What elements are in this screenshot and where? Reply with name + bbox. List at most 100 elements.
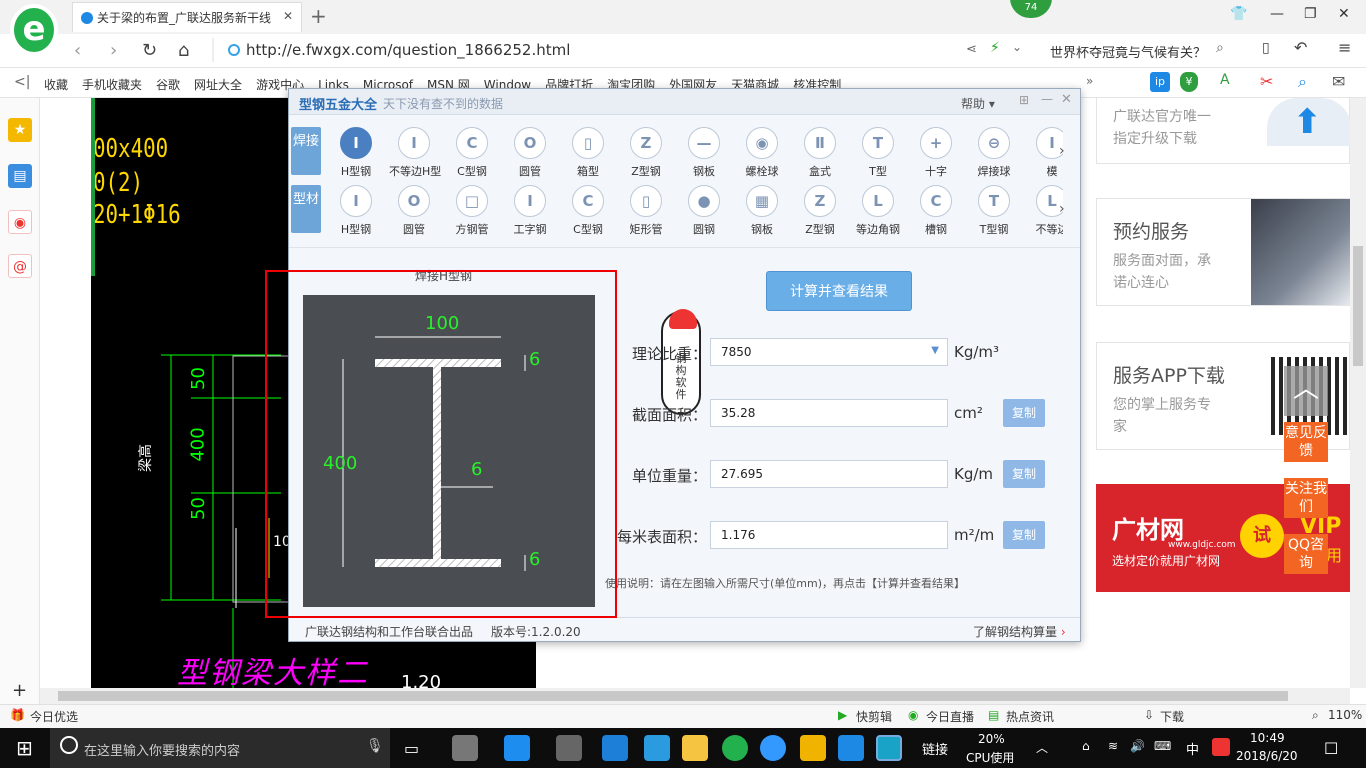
lightning-icon[interactable]: ⚡ xyxy=(990,40,1000,56)
microphone-icon[interactable]: 🎙 xyxy=(366,738,384,754)
network-icon[interactable]: ⌂ xyxy=(1082,739,1090,753)
shape-tool-row2-0[interactable]: I H型钢 xyxy=(331,185,381,235)
360-browser-icon[interactable] xyxy=(722,735,748,761)
shape-tool-row2-8[interactable]: Z Z型钢 xyxy=(795,185,845,235)
glodon-icon[interactable] xyxy=(760,735,786,761)
ime-indicator[interactable]: 中 xyxy=(1186,739,1199,758)
dialog-close-button[interactable]: ✕ xyxy=(1061,92,1072,107)
chevron-down-icon[interactable]: ⌄ xyxy=(1012,40,1022,54)
bookmark-item[interactable]: 网址大全 xyxy=(194,76,242,93)
shape-tool-row2-10[interactable]: C 槽钢 xyxy=(911,185,961,235)
notes-app-icon[interactable] xyxy=(800,735,826,761)
calculate-button[interactable]: 计算并查看结果 xyxy=(766,271,912,311)
minimize-button[interactable]: — xyxy=(1270,6,1284,22)
shape-tool-row2-9[interactable]: L 等边角钢 xyxy=(853,185,903,235)
spiral-app-icon[interactable] xyxy=(556,735,582,761)
shape-tool-row1-2[interactable]: C C型钢 xyxy=(447,127,497,177)
weibo-icon[interactable]: ◉ xyxy=(8,210,32,234)
menu-icon[interactable]: ≡ xyxy=(1338,38,1351,57)
today-picks-link[interactable]: 今日优选 xyxy=(30,708,78,725)
close-tab-icon[interactable]: ✕ xyxy=(283,9,293,23)
mail-icon[interactable]: ✉ xyxy=(1332,72,1350,92)
shape-tool-row2-12[interactable]: L不等边 xyxy=(1027,185,1063,235)
notification-center-icon[interactable]: ☐ xyxy=(1324,739,1338,758)
clock-date[interactable]: 2018/6/20 xyxy=(1236,749,1298,763)
shape-tool-row1-10[interactable]: + 十字 xyxy=(911,127,961,177)
shape-tool-row2-7[interactable]: ▦ 钢板 xyxy=(737,185,787,235)
back-to-top-button[interactable]: ︿ xyxy=(1284,366,1328,416)
shape-tool-row1-1[interactable]: I 不等边H型 xyxy=(389,127,441,177)
unit-weight-field[interactable]: 27.695 xyxy=(710,460,948,488)
phone-icon[interactable]: ▯ xyxy=(1262,40,1270,56)
edge-icon[interactable] xyxy=(602,735,628,761)
upgrade-box[interactable]: 广联达官方唯一 指定升级下载 ⬆ xyxy=(1096,98,1351,164)
row1-next-icon[interactable]: › xyxy=(1059,143,1065,159)
area-field[interactable]: 35.28 xyxy=(710,399,948,427)
shape-tool-row1-8[interactable]: Ⅱ 盒式 xyxy=(795,127,845,177)
new-tab-button[interactable]: + xyxy=(310,4,327,28)
link-label[interactable]: 链接 xyxy=(922,739,948,758)
shape-tool-row1-6[interactable]: — 钢板 xyxy=(679,127,729,177)
chevron-up-icon[interactable]: ︿ xyxy=(1036,739,1048,756)
download-link[interactable]: 下载 xyxy=(1160,708,1184,725)
help-menu[interactable]: 帮助 ▾ xyxy=(961,95,995,112)
shape-tool-row1-4[interactable]: ▯ 箱型 xyxy=(563,127,613,177)
shape-tool-row1-3[interactable]: O 圆管 xyxy=(505,127,555,177)
copy-unit-weight-button[interactable]: 复制 xyxy=(1003,460,1045,488)
shape-tool-row1-0[interactable]: I H型钢 xyxy=(331,127,381,177)
quick-edit-link[interactable]: 快剪辑 xyxy=(856,708,892,725)
bookmark-item[interactable]: 手机收藏夹 xyxy=(82,76,142,93)
add-sidebar-button[interactable]: + xyxy=(12,680,27,701)
surface-area-field[interactable]: 1.176 xyxy=(710,521,948,549)
shape-tool-row1-5[interactable]: Z Z型钢 xyxy=(621,127,671,177)
shape-tool-row2-3[interactable]: I 工字钢 xyxy=(505,185,555,235)
dropdown-arrow-icon[interactable]: ▼ xyxy=(931,345,939,356)
category-weld-tab[interactable]: 焊接 xyxy=(291,127,321,175)
internet-explorer-icon[interactable] xyxy=(644,735,670,761)
shape-tool-row2-4[interactable]: C C型钢 xyxy=(563,185,613,235)
favorites-star-icon[interactable]: ★ xyxy=(8,118,32,142)
vertical-scrollbar[interactable] xyxy=(1350,98,1366,688)
qq-consult-button[interactable]: QQ咨询 xyxy=(1284,534,1328,574)
browser-logo-icon[interactable]: e xyxy=(10,4,58,56)
learn-more-link[interactable]: 了解钢结构算量 › xyxy=(973,623,1066,640)
follow-us-button[interactable]: 关注我们 xyxy=(1284,478,1328,518)
clock-time[interactable]: 10:49 xyxy=(1250,731,1285,745)
volume-icon[interactable]: 🔊 xyxy=(1130,739,1145,753)
search-news-input[interactable]: 世界杯夺冠竟与气候有关？ xyxy=(1050,42,1230,61)
search-icon[interactable]: ⌕ xyxy=(1216,40,1224,56)
shape-tool-row2-11[interactable]: T T型钢 xyxy=(969,185,1019,235)
sidebar-toggle-icon[interactable]: <| xyxy=(14,74,30,90)
feedback-button[interactable]: 意见反馈 xyxy=(1284,422,1328,462)
row2-next-icon[interactable]: › xyxy=(1059,201,1065,217)
density-select[interactable]: 7850 ▼ xyxy=(710,338,948,366)
bookmark-item[interactable]: 收藏 xyxy=(44,76,68,93)
restore-button[interactable]: ❐ xyxy=(1304,6,1317,22)
notes-icon[interactable]: ▤ xyxy=(8,164,32,188)
hot-news-link[interactable]: 热点资讯 xyxy=(1006,708,1054,725)
shield-icon[interactable]: ¥ xyxy=(1180,72,1198,92)
file-explorer-icon[interactable] xyxy=(682,735,708,761)
shirt-icon[interactable]: 👕 xyxy=(1230,6,1247,22)
category-profile-tab[interactable]: 型材 xyxy=(291,185,321,233)
sogou-ime-icon[interactable] xyxy=(1212,738,1230,756)
copy-surface-button[interactable]: 复制 xyxy=(1003,521,1045,549)
copy-area-button[interactable]: 复制 xyxy=(1003,399,1045,427)
pin-icon[interactable]: ⊞ xyxy=(1019,93,1029,107)
shape-tool-row2-1[interactable]: O 圆管 xyxy=(389,185,439,235)
translate-icon[interactable]: A xyxy=(1220,72,1238,92)
refresh-button[interactable]: ↻ xyxy=(142,40,157,61)
extension-ip-icon[interactable]: ip xyxy=(1150,72,1170,92)
scroll-thumb[interactable] xyxy=(1353,246,1363,366)
appointment-box[interactable]: 预约服务 服务面对面，承 诺心连心 xyxy=(1096,198,1351,306)
zoom-level[interactable]: 110% xyxy=(1328,708,1362,722)
close-window-button[interactable]: ✕ xyxy=(1338,6,1350,22)
horizontal-scrollbar[interactable] xyxy=(40,688,1350,704)
live-link[interactable]: 今日直播 xyxy=(926,708,974,725)
ie-browser-icon[interactable] xyxy=(504,735,530,761)
shape-tool-row2-5[interactable]: ▯ 矩形管 xyxy=(621,185,671,235)
hscroll-thumb[interactable] xyxy=(58,691,1288,701)
taskbar-search[interactable]: 在这里输入你要搜索的内容 🎙 xyxy=(50,728,390,768)
shape-tool-row1-12[interactable]: I模 xyxy=(1027,127,1063,177)
mail-at-icon[interactable]: @ xyxy=(8,254,32,278)
